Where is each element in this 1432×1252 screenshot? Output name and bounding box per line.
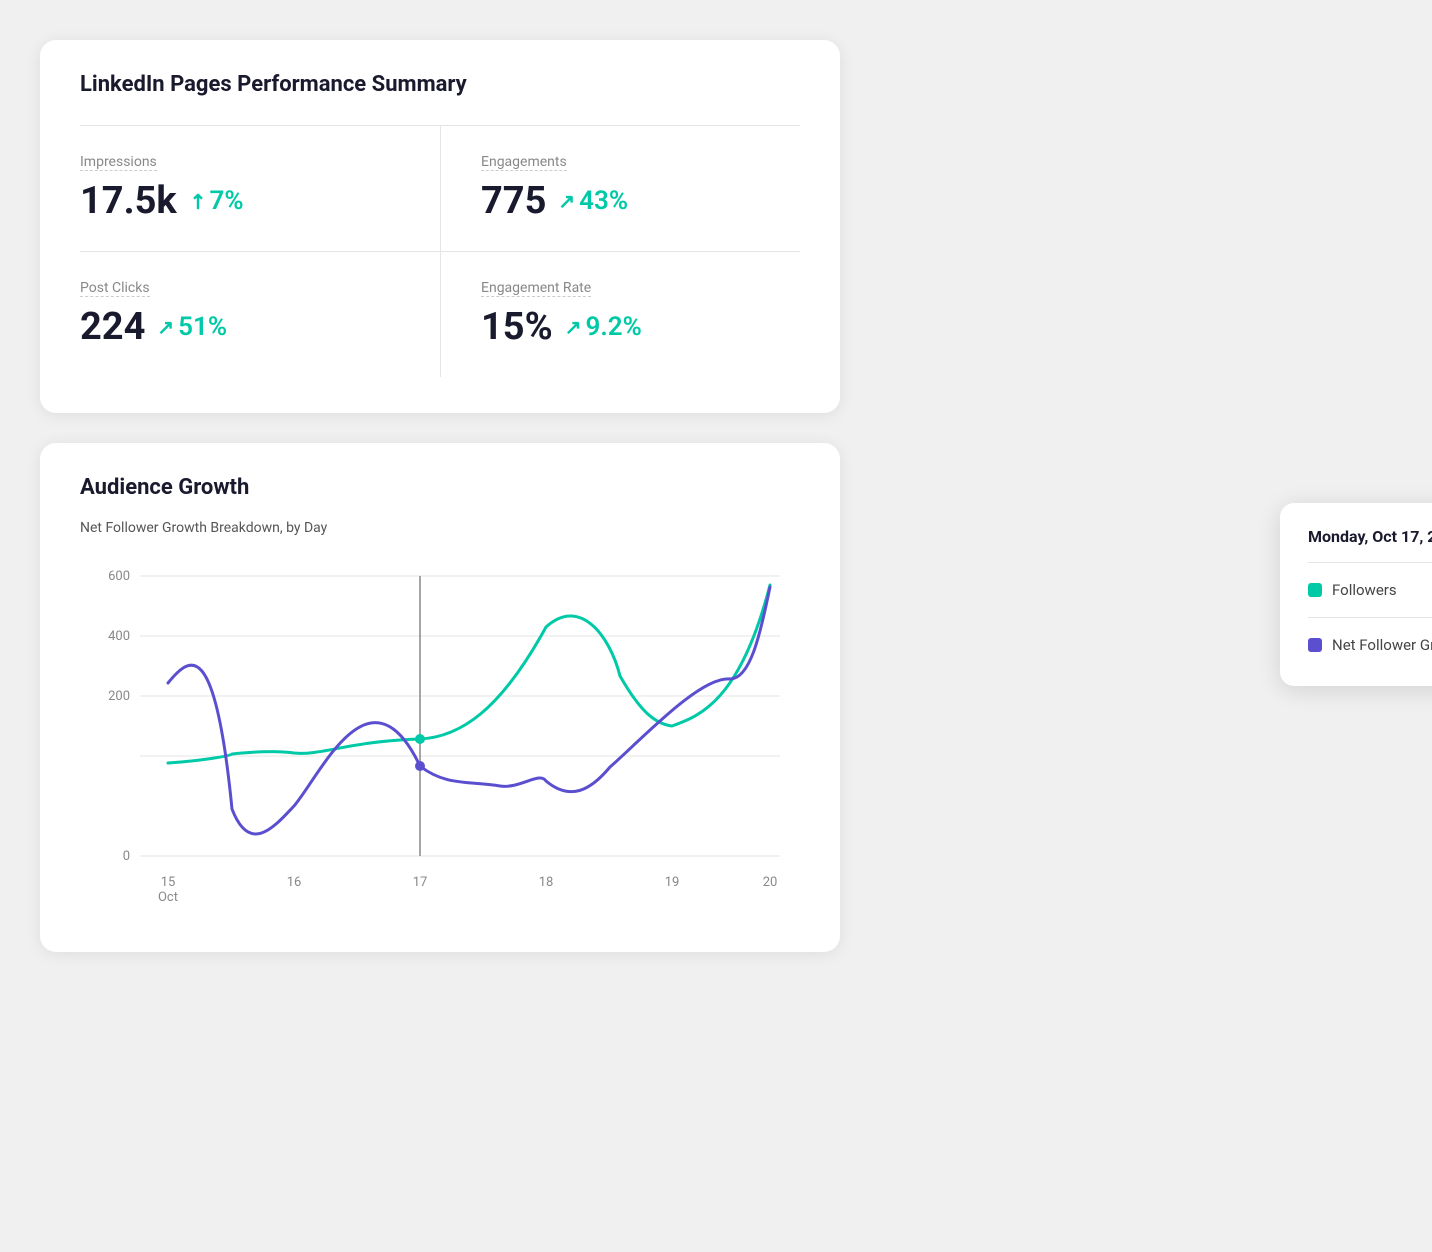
arrow-up-icon: ↗ xyxy=(183,187,212,216)
svg-text:Oct: Oct xyxy=(158,890,178,905)
chart-subtitle: Net Follower Growth Breakdown, by Day xyxy=(80,520,800,536)
arrow-up-icon: ↗ xyxy=(157,315,174,339)
impressions-label: Impressions xyxy=(80,154,416,171)
tooltip-followers-legend: Followers xyxy=(1308,581,1397,599)
audience-section: Audience Growth Net Follower Growth Brea… xyxy=(40,443,1240,952)
audience-card-title: Audience Growth xyxy=(80,475,800,500)
followers-color-dot xyxy=(1308,583,1322,597)
tooltip-followers-row: Followers 275 xyxy=(1308,573,1432,607)
net-growth-label: Net Follower Growth xyxy=(1332,636,1432,654)
engagements-value-row: 775 ↗ 43% xyxy=(481,179,776,223)
engagement-rate-value: 15% xyxy=(481,305,553,349)
tooltip-card: Monday, Oct 17, 2022 UTC Followers 275 N… xyxy=(1280,503,1432,686)
tooltip-net-growth-row: Net Follower Growth 221 xyxy=(1308,628,1432,662)
metric-post-clicks: Post Clicks 224 ↗ 51% xyxy=(80,252,440,377)
post-clicks-change: ↗ 51% xyxy=(157,312,227,342)
svg-text:16: 16 xyxy=(287,875,302,890)
post-clicks-label: Post Clicks xyxy=(80,280,416,297)
post-clicks-value-row: 224 ↗ 51% xyxy=(80,305,416,349)
metric-impressions: Impressions 17.5k ↗ 7% xyxy=(80,126,440,252)
impressions-change: ↗ 7% xyxy=(189,186,244,216)
svg-text:18: 18 xyxy=(539,875,554,890)
post-clicks-value: 224 xyxy=(80,305,145,349)
svg-text:600: 600 xyxy=(108,569,130,584)
impressions-value-row: 17.5k ↗ 7% xyxy=(80,179,416,223)
followers-label: Followers xyxy=(1332,581,1397,599)
engagements-change: ↗ 43% xyxy=(558,186,628,216)
metric-engagements: Engagements 775 ↗ 43% xyxy=(440,126,800,252)
svg-text:19: 19 xyxy=(665,875,680,890)
engagements-value: 775 xyxy=(481,179,546,223)
svg-text:15: 15 xyxy=(161,875,176,890)
tooltip-divider-mid xyxy=(1308,617,1432,618)
svg-text:20: 20 xyxy=(763,875,778,890)
svg-text:400: 400 xyxy=(108,629,130,644)
arrow-up-icon: ↗ xyxy=(565,315,582,339)
engagement-rate-label: Engagement Rate xyxy=(481,280,776,297)
audience-growth-card: Audience Growth Net Follower Growth Brea… xyxy=(40,443,840,952)
metric-engagement-rate: Engagement Rate 15% ↗ 9.2% xyxy=(440,252,800,377)
metrics-grid: Impressions 17.5k ↗ 7% Engagements 775 ↗… xyxy=(80,125,800,377)
audience-chart-svg: 600 400 200 0 15 Oct 16 17 18 19 20 xyxy=(80,556,800,916)
engagements-label: Engagements xyxy=(481,154,776,171)
chart-area: 600 400 200 0 15 Oct 16 17 18 19 20 xyxy=(80,556,800,916)
perf-card-title: LinkedIn Pages Performance Summary xyxy=(80,72,800,97)
net-growth-color-dot xyxy=(1308,638,1322,652)
svg-text:0: 0 xyxy=(123,849,130,864)
tooltip-date: Monday, Oct 17, 2022 UTC xyxy=(1308,527,1432,546)
performance-summary-card: LinkedIn Pages Performance Summary Impre… xyxy=(40,40,840,413)
arrow-up-icon: ↗ xyxy=(558,189,575,213)
tooltip-net-growth-legend: Net Follower Growth xyxy=(1308,636,1432,654)
engagement-rate-change: ↗ 9.2% xyxy=(565,312,642,342)
svg-text:17: 17 xyxy=(413,875,428,890)
tooltip-divider-top xyxy=(1308,562,1432,563)
svg-text:200: 200 xyxy=(108,689,130,704)
engagement-rate-value-row: 15% ↗ 9.2% xyxy=(481,305,776,349)
impressions-value: 17.5k xyxy=(80,179,177,223)
